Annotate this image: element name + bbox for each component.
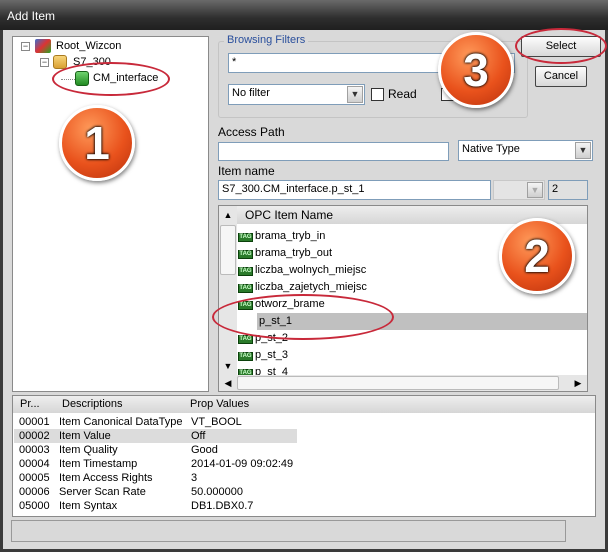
item-name-label: Item name <box>218 164 275 178</box>
property-row[interactable]: 00005 Item Access Rights 3 <box>14 471 596 485</box>
vertical-scrollbar[interactable]: ▲ ▼ <box>219 206 237 376</box>
scroll-down-icon[interactable]: ▼ <box>220 358 236 374</box>
title-bar: Add Item <box>0 0 608 30</box>
collapse-device-icon[interactable]: − <box>40 58 49 67</box>
property-value: 3 <box>191 472 198 484</box>
property-desc: Item Syntax <box>59 500 118 512</box>
collapse-root-icon[interactable]: − <box>21 42 30 51</box>
browsing-filters-legend: Browsing Filters <box>224 34 309 46</box>
item-label: brama_tryb_in <box>255 230 326 242</box>
property-value: 50.000000 <box>191 486 243 498</box>
property-row[interactable]: 00003 Item Quality Good <box>14 443 596 457</box>
property-id: 00001 <box>19 416 50 428</box>
step-1-badge: 1 <box>59 105 135 181</box>
tag-icon: TAG <box>238 335 253 344</box>
property-desc: Item Access Rights <box>59 472 153 484</box>
native-type-combo[interactable]: Native Type ▼ <box>458 140 593 161</box>
tag-icon: TAG <box>238 284 253 293</box>
item-label: p_st_3 <box>255 349 289 361</box>
item-count-field: 2 <box>548 180 588 200</box>
properties-header: Pr... Descriptions Prop Values <box>13 396 595 413</box>
property-id: 00004 <box>19 458 50 470</box>
property-id: 00003 <box>19 444 50 456</box>
type-filter-combo[interactable]: No filter ▼ <box>228 84 365 105</box>
type-filter-value: No filter <box>232 87 270 99</box>
highlight-select <box>515 28 607 64</box>
highlight-p-st-1 <box>212 294 394 340</box>
property-value: 2014-01-09 09:02:49 <box>191 458 294 470</box>
scroll-thumb[interactable] <box>220 225 236 275</box>
property-value: Off <box>191 430 206 442</box>
tag-icon: TAG <box>238 250 253 259</box>
property-desc: Item Value <box>59 430 111 442</box>
scroll-right-icon[interactable]: ▶ <box>571 376 585 390</box>
item-label: liczba_zajetych_miejsc <box>255 281 367 293</box>
property-row[interactable]: 00006 Server Scan Rate 50.000000 <box>14 485 596 499</box>
tree-item-root[interactable]: Root_Wizcon <box>56 40 121 52</box>
disabled-combo: ▼ <box>493 180 545 200</box>
property-desc: Server Scan Rate <box>59 486 146 498</box>
property-desc: Item Canonical DataType <box>59 416 183 428</box>
item-label: liczba_wolnych_miejsc <box>255 264 367 276</box>
property-value: DB1.DBX0.7 <box>191 500 254 512</box>
read-checkbox[interactable] <box>371 88 384 101</box>
horizontal-scroll-thumb[interactable] <box>237 376 559 390</box>
read-label: Read <box>388 87 417 101</box>
property-row[interactable]: 00004 Item Timestamp 2014-01-09 09:02:49 <box>14 457 596 471</box>
horizontal-scrollbar[interactable]: ◀ ▶ <box>219 375 587 391</box>
scroll-up-icon[interactable]: ▲ <box>220 207 236 223</box>
opc-item-name-header: OPC Item Name <box>245 208 334 222</box>
window-title: Add Item <box>7 9 56 23</box>
scroll-left-icon[interactable]: ◀ <box>221 376 235 390</box>
chevron-down-icon[interactable]: ▼ <box>347 86 363 103</box>
header-prop-id[interactable]: Pr... <box>20 398 40 410</box>
tag-icon: TAG <box>238 352 253 361</box>
tag-icon: TAG <box>238 233 253 242</box>
property-row[interactable]: 00002 Item Value Off <box>14 429 297 443</box>
property-desc: Item Quality <box>59 444 118 456</box>
list-item[interactable]: TAG brama_tryb_out <box>238 245 332 262</box>
property-value: VT_BOOL <box>191 416 242 428</box>
header-descriptions[interactable]: Descriptions <box>62 398 123 410</box>
property-id: 00005 <box>19 472 50 484</box>
property-id: 05000 <box>19 500 50 512</box>
step-3-badge: 3 <box>438 32 514 108</box>
item-label: brama_tryb_out <box>255 247 333 259</box>
property-value: Good <box>191 444 218 456</box>
property-row[interactable]: 05000 Item Syntax DB1.DBX0.7 <box>14 499 596 513</box>
highlight-cm-interface <box>52 62 170 96</box>
property-id: 00006 <box>19 486 50 498</box>
device-icon <box>53 55 67 69</box>
item-name-input[interactable]: S7_300.CM_interface.p_st_1 <box>218 180 491 200</box>
property-desc: Item Timestamp <box>59 458 138 470</box>
step-2-badge: 2 <box>499 218 575 294</box>
property-row[interactable]: 00001 Item Canonical DataType VT_BOOL <box>14 415 596 429</box>
access-path-label: Access Path <box>218 125 285 139</box>
access-path-input[interactable] <box>218 142 449 161</box>
chevron-down-icon: ▼ <box>527 182 543 198</box>
list-item[interactable]: TAG p_st_3 <box>238 347 288 364</box>
property-id: 00002 <box>19 430 50 442</box>
tag-icon: TAG <box>238 267 253 276</box>
network-icon <box>35 39 51 53</box>
cancel-button[interactable]: Cancel <box>535 66 587 87</box>
chevron-down-icon[interactable]: ▼ <box>575 142 591 159</box>
list-item[interactable]: TAG liczba_wolnych_miejsc <box>238 262 366 279</box>
header-prop-values[interactable]: Prop Values <box>190 398 249 410</box>
native-type-value: Native Type <box>462 143 520 155</box>
list-item[interactable]: TAG brama_tryb_in <box>238 228 325 245</box>
status-bar <box>11 520 566 542</box>
